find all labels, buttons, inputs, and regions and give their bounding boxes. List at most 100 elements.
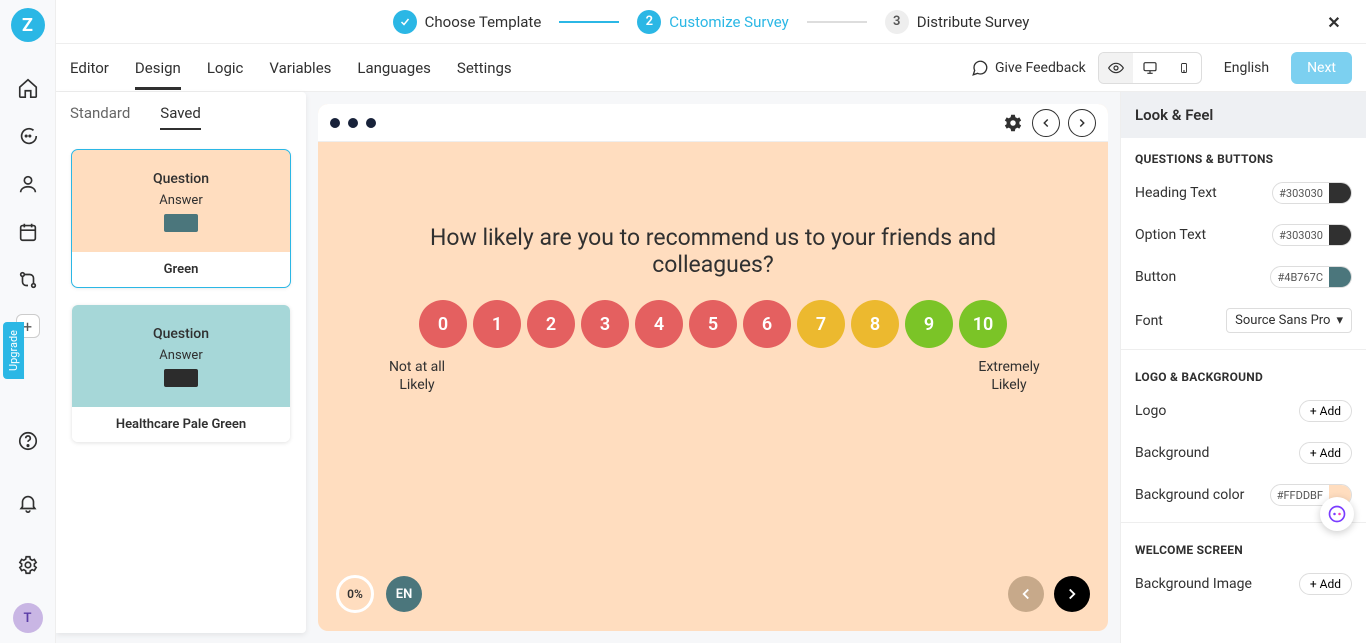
survey-canvas: How likely are you to recommend us to yo… xyxy=(318,104,1108,631)
nps-option-2[interactable]: 2 xyxy=(527,300,575,348)
progress-indicator: 0% xyxy=(336,575,374,613)
prop-background-label: Background xyxy=(1135,445,1209,461)
calendar-icon[interactable] xyxy=(14,218,42,246)
heading-text-color-picker[interactable]: #303030 xyxy=(1272,182,1352,204)
color-swatch xyxy=(1329,182,1351,204)
theme-preview-answer: Answer xyxy=(159,193,202,208)
tab-logic[interactable]: Logic xyxy=(207,47,244,89)
stepper: Choose Template 2 Customize Survey 3 Dis… xyxy=(56,0,1366,44)
settings-icon[interactable] xyxy=(14,551,42,579)
nav-rail: Z + Upgrade T xyxy=(0,0,56,643)
app-logo[interactable]: Z xyxy=(11,8,45,42)
robot-icon xyxy=(1327,504,1347,524)
help-icon[interactable] xyxy=(14,427,42,455)
chevron-left-icon xyxy=(1039,116,1053,130)
chevron-down-icon: ▾ xyxy=(1336,313,1343,328)
option-text-color-picker[interactable]: #303030 xyxy=(1272,224,1352,246)
step-customize-survey[interactable]: 2 Customize Survey xyxy=(637,10,788,34)
canvas-next-question[interactable] xyxy=(1068,109,1096,137)
tab-settings[interactable]: Settings xyxy=(457,47,512,89)
prop-welcome-bg-label: Background Image xyxy=(1135,576,1252,592)
canvas-prev-question[interactable] xyxy=(1032,109,1060,137)
theme-name: Green xyxy=(72,252,290,287)
monitor-icon xyxy=(1142,60,1158,76)
nps-option-9[interactable]: 9 xyxy=(905,300,953,348)
bell-icon[interactable] xyxy=(14,489,42,517)
add-welcome-bg-button[interactable]: + Add xyxy=(1299,573,1352,595)
chat-icon[interactable] xyxy=(14,122,42,150)
nps-high-label: Extremely Likely xyxy=(974,358,1044,394)
step-connector xyxy=(559,21,619,23)
step-label: Customize Survey xyxy=(669,13,788,31)
home-icon[interactable] xyxy=(14,74,42,102)
survey-next-button[interactable] xyxy=(1054,576,1090,612)
nps-option-7[interactable]: 7 xyxy=(797,300,845,348)
window-dots xyxy=(330,118,376,128)
font-select[interactable]: Source Sans Pro ▾ xyxy=(1226,308,1352,333)
device-desktop[interactable] xyxy=(1099,53,1133,83)
chevron-right-icon xyxy=(1075,116,1089,130)
section-welcome-screen: WELCOME SCREEN xyxy=(1121,529,1366,563)
nps-option-0[interactable]: 0 xyxy=(419,300,467,348)
add-background-button[interactable]: + Add xyxy=(1299,442,1352,464)
tab-design[interactable]: Design xyxy=(135,47,181,89)
step-connector xyxy=(807,21,867,23)
add-logo-button[interactable]: + Add xyxy=(1299,400,1352,422)
device-tablet[interactable] xyxy=(1133,53,1167,83)
upgrade-badge[interactable]: Upgrade xyxy=(3,322,24,379)
survey-language-toggle[interactable]: EN xyxy=(386,576,422,612)
nps-option-6[interactable]: 6 xyxy=(743,300,791,348)
eye-icon xyxy=(1106,60,1126,76)
device-mobile[interactable] xyxy=(1167,53,1201,83)
question-text[interactable]: How likely are you to recommend us to yo… xyxy=(378,224,1048,278)
design-tab-standard[interactable]: Standard xyxy=(70,104,130,130)
chevron-left-icon xyxy=(1017,585,1035,603)
workspace: Standard Saved Question Answer GreenQuesti… xyxy=(56,92,1366,643)
section-questions-buttons: QUESTIONS & BUTTONS xyxy=(1121,138,1366,172)
tab-editor[interactable]: Editor xyxy=(70,47,109,89)
nps-scale: 012345678910 xyxy=(378,300,1048,348)
nps-option-3[interactable]: 3 xyxy=(581,300,629,348)
design-tab-saved[interactable]: Saved xyxy=(160,104,201,130)
tab-languages[interactable]: Languages xyxy=(357,47,431,89)
help-widget[interactable] xyxy=(1320,497,1354,531)
theme-card[interactable]: Question Answer Green xyxy=(72,150,290,287)
nps-option-4[interactable]: 4 xyxy=(635,300,683,348)
color-code: #4B767C xyxy=(1271,271,1329,284)
theme-preview-question: Question xyxy=(153,171,209,187)
button-color-picker[interactable]: #4B767C xyxy=(1270,266,1352,288)
section-logo-background: LOGO & BACKGROUND xyxy=(1121,356,1366,390)
close-icon[interactable]: ✕ xyxy=(1322,10,1346,34)
avatar[interactable]: T xyxy=(13,603,43,633)
tab-variables[interactable]: Variables xyxy=(269,47,331,89)
flow-icon[interactable] xyxy=(14,266,42,294)
theme-preview-answer: Answer xyxy=(159,348,202,363)
chevron-right-icon xyxy=(1063,585,1081,603)
theme-card[interactable]: QuestionAnswerHealthcare Pale Green xyxy=(72,305,290,442)
user-icon[interactable] xyxy=(14,170,42,198)
nps-option-5[interactable]: 5 xyxy=(689,300,737,348)
next-button[interactable]: Next xyxy=(1291,52,1352,84)
prop-font-label: Font xyxy=(1135,313,1163,329)
survey-prev-button[interactable] xyxy=(1008,576,1044,612)
builder-toolbar: Editor Design Logic Variables Languages … xyxy=(56,44,1366,92)
step-number: 3 xyxy=(885,10,909,34)
nps-option-10[interactable]: 10 xyxy=(959,300,1007,348)
step-distribute-survey[interactable]: 3 Distribute Survey xyxy=(885,10,1030,34)
theme-swatch xyxy=(164,214,198,232)
gear-icon[interactable] xyxy=(1002,112,1024,134)
nps-option-1[interactable]: 1 xyxy=(473,300,521,348)
look-and-feel-panel: Look & Feel QUESTIONS & BUTTONS Heading … xyxy=(1120,92,1366,643)
nps-option-8[interactable]: 8 xyxy=(851,300,899,348)
color-swatch xyxy=(1329,266,1351,288)
language-selector[interactable]: English xyxy=(1214,54,1279,82)
step-choose-template[interactable]: Choose Template xyxy=(393,10,542,34)
prop-heading-text-label: Heading Text xyxy=(1135,185,1217,201)
check-icon xyxy=(393,10,417,34)
step-label: Choose Template xyxy=(425,13,542,31)
give-feedback-button[interactable]: Give Feedback xyxy=(971,59,1086,77)
look-panel-title: Look & Feel xyxy=(1121,92,1366,138)
chat-bubble-icon xyxy=(971,59,989,77)
theme-name: Healthcare Pale Green xyxy=(72,407,290,442)
step-number: 2 xyxy=(637,10,661,34)
